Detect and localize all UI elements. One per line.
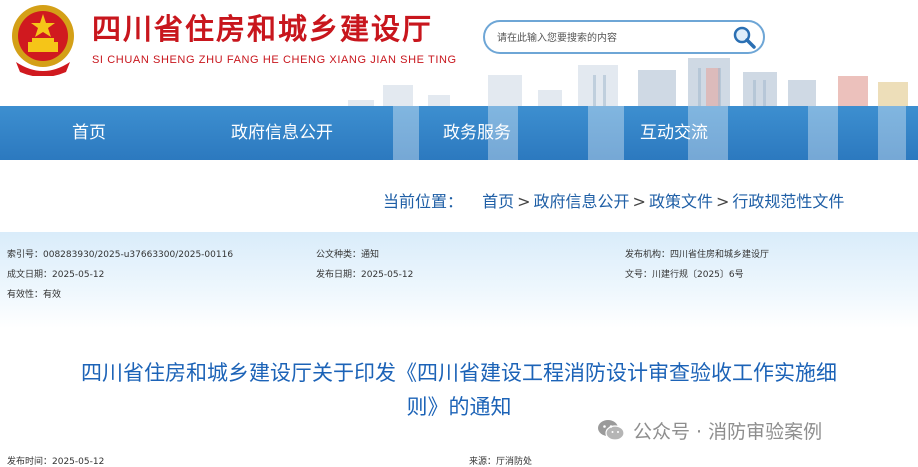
breadcrumb: 当前位置： 首页 > 政府信息公开 > 政策文件 > 行政规范性文件 bbox=[383, 188, 844, 212]
breadcrumb-separator: > bbox=[632, 192, 646, 211]
breadcrumb-separator: > bbox=[715, 192, 730, 211]
nav-item-home[interactable]: 首页 bbox=[72, 106, 106, 160]
breadcrumb-separator: > bbox=[517, 192, 531, 211]
footer-publish-time: 发布时间：2025-05-12 bbox=[7, 457, 105, 467]
site-pinyin-subtitle: SI CHUAN SHENG ZHU FANG HE CHENG XIANG J… bbox=[92, 54, 457, 66]
site-title: 四川省住房和城乡建设厅 bbox=[92, 12, 434, 46]
watermark-text: 公众号 · 消防审验案例 bbox=[633, 420, 823, 443]
meta-created-date: 成文日期：2025-05-12 bbox=[7, 270, 105, 280]
breadcrumb-policy-docs[interactable]: 政策文件 bbox=[649, 192, 713, 211]
nav-item-interaction[interactable]: 互动交流 bbox=[640, 106, 708, 160]
meta-published-date: 发布日期：2025-05-12 bbox=[316, 270, 414, 280]
wechat-icon bbox=[598, 420, 625, 441]
breadcrumb-home[interactable]: 首页 bbox=[482, 192, 514, 211]
search-box bbox=[483, 20, 765, 54]
national-emblem-icon bbox=[12, 5, 74, 76]
site-header: 四川省住房和城乡建设厅 SI CHUAN SHENG ZHU FANG HE C… bbox=[0, 0, 918, 106]
wechat-watermark: 公众号 · 消防审验案例 bbox=[597, 416, 822, 444]
meta-validity: 有效性：有效 bbox=[7, 290, 62, 300]
meta-issuer: 发布机构：四川省住房和城乡建设厅 bbox=[625, 250, 770, 260]
meta-index-number: 索引号：008283930/2025-u37663300/2025-00116 bbox=[7, 250, 234, 260]
search-icon[interactable] bbox=[731, 24, 757, 50]
nav-item-gov-service[interactable]: 政务服务 bbox=[443, 106, 511, 160]
breadcrumb-label: 当前位置： bbox=[383, 192, 464, 211]
article-title-line-1: 四川省住房和城乡建设厅关于印发《四川省建设工程消防设计审查验收工作实施细 bbox=[81, 361, 837, 385]
article-title: 四川省住房和城乡建设厅关于印发《四川省建设工程消防设计审查验收工作实施细 则》的… bbox=[0, 356, 918, 424]
meta-doc-type: 公文种类：通知 bbox=[316, 250, 380, 260]
nav-item-gov-info[interactable]: 政府信息公开 bbox=[231, 106, 333, 160]
main-nav: 首页 政府信息公开 政务服务 互动交流 bbox=[0, 106, 918, 160]
breadcrumb-gov-info[interactable]: 政府信息公开 bbox=[534, 192, 630, 211]
document-metadata-panel: 索引号：008283930/2025-u37663300/2025-00116 … bbox=[0, 232, 918, 328]
footer-source: 来源：厅消防处 bbox=[469, 457, 533, 467]
meta-doc-number: 文号：川建行规〔2025〕6号 bbox=[625, 270, 744, 280]
breadcrumb-normative-docs[interactable]: 行政规范性文件 bbox=[732, 192, 844, 211]
nav-building-decoration bbox=[393, 106, 906, 160]
search-input[interactable] bbox=[497, 28, 727, 48]
